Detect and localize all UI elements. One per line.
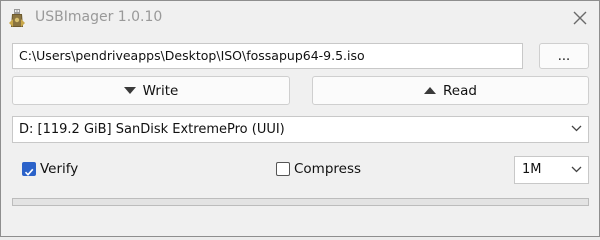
- app-window: USBImager 1.0.10 C:\Users\pendriveapps\D…: [0, 0, 600, 237]
- device-selected-value: D: [119.2 GiB] SanDisk ExtremePro (UUI): [19, 122, 285, 137]
- usbimager-icon: [7, 8, 27, 28]
- browse-button[interactable]: ...: [539, 43, 589, 69]
- window-title: USBImager 1.0.10: [35, 9, 163, 25]
- verify-label[interactable]: Verify: [40, 160, 78, 179]
- read-button-label: Read: [443, 82, 477, 99]
- close-icon[interactable]: [567, 6, 593, 30]
- buffer-size-dropdown[interactable]: 1M: [514, 156, 589, 184]
- compress-label[interactable]: Compress: [294, 160, 361, 179]
- device-dropdown[interactable]: D: [119.2 GiB] SanDisk ExtremePro (UUI): [12, 116, 589, 143]
- up-arrow-icon: [424, 86, 437, 94]
- image-path-field[interactable]: C:\Users\pendriveapps\Desktop\ISO\fossap…: [12, 43, 523, 69]
- chevron-down-icon: [571, 125, 582, 132]
- compress-checkbox[interactable]: [276, 162, 290, 176]
- progress-bar: [12, 198, 589, 206]
- checkmark-icon: [24, 168, 34, 176]
- buffer-size-value: 1M: [522, 162, 542, 177]
- read-button[interactable]: Read: [312, 76, 589, 105]
- down-arrow-icon: [123, 86, 136, 94]
- write-button-label: Write: [142, 82, 179, 99]
- write-button[interactable]: Write: [12, 76, 290, 105]
- title-bar[interactable]: USBImager 1.0.10: [1, 1, 599, 35]
- verify-checkbox[interactable]: [22, 162, 36, 176]
- chevron-down-icon: [571, 166, 582, 173]
